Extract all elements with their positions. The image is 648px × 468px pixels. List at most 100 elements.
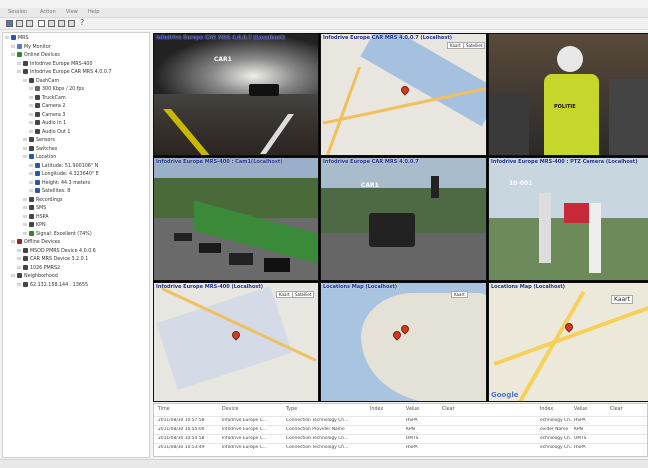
- photo-cell-police[interactable]: POLITIE: [488, 33, 648, 156]
- tree-node[interactable]: ⊟ 300 Kbps / 20 fps: [29, 86, 84, 94]
- expand-icon[interactable]: ⊟: [17, 69, 21, 77]
- menu-view[interactable]: View: [66, 9, 78, 15]
- expand-icon[interactable]: ⊟: [17, 282, 21, 290]
- map-kaart-button[interactable]: Kaart: [447, 42, 464, 49]
- map-kaart-button[interactable]: Kaart: [276, 291, 293, 298]
- tree-node[interactable]: ⊟ Longitude: 4.323640° E: [29, 171, 99, 179]
- tree-node[interactable]: ⊟ Audio In 1: [29, 120, 66, 128]
- expand-icon[interactable]: ⊟: [23, 78, 27, 86]
- expand-icon[interactable]: ⊟: [11, 52, 15, 60]
- tree-node[interactable]: ⊟ Height: 44.3 meters: [29, 179, 90, 188]
- column-header[interactable]: Index: [540, 407, 553, 412]
- video-cell-ptz[interactable]: Infodrive Europe MRS-400 : PTZ Camera (L…: [488, 157, 648, 281]
- table-row[interactable]: 2011/08/30 10:55:00 Infodrive Europe C...…: [154, 425, 647, 433]
- tree-node[interactable]: ⊟ MRS: [5, 35, 29, 43]
- expand-icon[interactable]: ⊟: [29, 171, 33, 179]
- column-header[interactable]: Clear: [610, 407, 623, 412]
- tree-node[interactable]: ⊟ Switches: [23, 145, 57, 154]
- tree-node[interactable]: ⊟ Infodrive Europe MRS-400: [17, 60, 93, 69]
- tree-node[interactable]: ⊟ Audio Out 1: [29, 128, 70, 137]
- video-cell-dashcam[interactable]: Infodrive Europe CAR MRS 4.0.0.7 (Localh…: [153, 33, 319, 156]
- menu-session[interactable]: Session: [8, 9, 27, 15]
- expand-icon[interactable]: ⊟: [23, 231, 27, 239]
- expand-icon[interactable]: ⊟: [23, 146, 27, 154]
- expand-icon[interactable]: ⊟: [29, 95, 33, 103]
- map-satellite-button[interactable]: Satelliet: [463, 42, 486, 49]
- column-header[interactable]: Clear: [442, 407, 455, 412]
- expand-icon[interactable]: ⊟: [23, 137, 27, 145]
- connect-icon[interactable]: [6, 20, 13, 27]
- tree-node[interactable]: ⊟ Satellites: 8: [29, 188, 70, 196]
- tree-node[interactable]: ⊟ 62.132.158.144 : 13655: [17, 281, 88, 290]
- tree-node[interactable]: ⊟ Recordings: [23, 196, 63, 205]
- menu-help[interactable]: Help: [88, 9, 99, 15]
- expand-icon[interactable]: ⊟: [11, 239, 15, 247]
- expand-icon[interactable]: ⊟: [23, 222, 27, 230]
- expand-icon[interactable]: ⊟: [17, 61, 21, 69]
- tree-node[interactable]: ⊟ SMS: [23, 205, 46, 213]
- tree-node[interactable]: ⊟ Neighborhood: [11, 273, 58, 281]
- tree-node[interactable]: ⊟ Online Devices: [11, 52, 60, 60]
- expand-icon[interactable]: ⊟: [23, 154, 27, 162]
- tree-node[interactable]: ⊟ Signal: Excellent (74%): [23, 230, 92, 239]
- map-kaart-dropdown[interactable]: Kaart: [611, 295, 634, 304]
- column-header[interactable]: Device: [222, 407, 238, 412]
- menu-action[interactable]: Action: [40, 9, 56, 15]
- map-pin-icon[interactable]: [399, 84, 411, 96]
- column-header[interactable]: Type: [286, 407, 297, 412]
- save-icon[interactable]: [16, 20, 23, 27]
- expand-icon[interactable]: ⊟: [29, 163, 33, 171]
- expand-icon[interactable]: ⊟: [11, 44, 15, 52]
- video-cell-cam1[interactable]: Infodrive Europe MRS-400 : Cam1(Localhos…: [153, 157, 319, 281]
- column-header[interactable]: Index: [370, 407, 383, 412]
- table-row[interactable]: 2011/08/30 10:57:58 Infodrive Europe C...…: [154, 416, 647, 424]
- help-icon[interactable]: ?: [80, 18, 84, 27]
- expand-icon[interactable]: ⊟: [29, 112, 33, 120]
- tree-node[interactable]: ⊟ KPN: [23, 222, 46, 230]
- settings-icon[interactable]: [26, 20, 33, 27]
- map-cell-location[interactable]: Infodrive Europe CAR MRS 4.0.0.7 (Localh…: [320, 33, 487, 156]
- expand-icon[interactable]: ⊟: [29, 180, 33, 188]
- tree-node[interactable]: ⊟ 1026 PMRS2: [17, 264, 60, 273]
- map-kaart-button[interactable]: Kaart: [451, 291, 468, 298]
- tree-node[interactable]: ⊟ HSPA: [23, 213, 49, 222]
- tree-node[interactable]: ⊟ Location: [23, 154, 56, 162]
- column-header[interactable]: Value: [406, 407, 419, 412]
- tree-node[interactable]: ⊟ Infodrive Europe CAR MRS 4.0.0.7: [17, 69, 111, 77]
- expand-icon[interactable]: ⊟: [23, 205, 27, 213]
- expand-icon[interactable]: ⊟: [17, 248, 21, 256]
- map-cell-area[interactable]: Infodrive Europe MRS-400 (Localhost) Kaa…: [153, 282, 319, 402]
- expand-icon[interactable]: ⊟: [29, 86, 33, 94]
- expand-icon[interactable]: ⊟: [29, 120, 33, 128]
- expand-icon[interactable]: ⊟: [23, 197, 27, 205]
- map-cell-overview[interactable]: Locations Map (Localhost) Kaart: [320, 282, 487, 402]
- tree-node[interactable]: ⊟ CAR MRS Device 3.2.0.1: [17, 256, 88, 264]
- layout-2x2-icon[interactable]: [48, 20, 55, 27]
- column-header[interactable]: Time: [158, 407, 170, 412]
- expand-icon[interactable]: ⊟: [5, 35, 9, 43]
- map-satellite-button[interactable]: Satelliet: [292, 291, 315, 298]
- tree-node[interactable]: ⊟ Camera 2: [29, 103, 65, 111]
- expand-icon[interactable]: ⊟: [29, 188, 33, 196]
- expand-icon[interactable]: ⊟: [11, 273, 15, 281]
- column-header[interactable]: Value: [574, 407, 587, 412]
- layout-3x3-icon[interactable]: [58, 20, 65, 27]
- tree-node[interactable]: ⊟ TruckCam: [29, 94, 66, 103]
- layout-4x4-icon[interactable]: [68, 20, 75, 27]
- expand-icon[interactable]: ⊟: [29, 129, 33, 137]
- tree-node[interactable]: ⊟ DashCam: [23, 77, 59, 86]
- layout-1x1-icon[interactable]: [38, 20, 45, 27]
- table-row[interactable]: 2011/08/30 10:54:58 Infodrive Europe C...…: [154, 434, 647, 442]
- expand-icon[interactable]: ⊟: [17, 265, 21, 273]
- tree-node[interactable]: ⊟ MSOD PMRS Device 4.0.0.6: [17, 247, 96, 256]
- map-cell-city[interactable]: Locations Map (Localhost) Kaart Google: [488, 282, 648, 402]
- expand-icon[interactable]: ⊟: [29, 103, 33, 111]
- expand-icon[interactable]: ⊟: [23, 214, 27, 222]
- tree-node[interactable]: ⊟ My Monitor: [11, 43, 51, 52]
- expand-icon[interactable]: ⊟: [17, 256, 21, 264]
- video-cell-car1[interactable]: Infodrive Europe CAR MRS 4.0.0.7 CAR1: [320, 157, 487, 281]
- tree-node[interactable]: ⊟ Offline Devices: [11, 239, 60, 247]
- tree-node[interactable]: ⊟ Latitude: 51.900106° N: [29, 162, 98, 171]
- tree-node[interactable]: ⊟ Camera 3: [29, 111, 65, 120]
- tree-node[interactable]: ⊟ Sensors: [23, 137, 55, 145]
